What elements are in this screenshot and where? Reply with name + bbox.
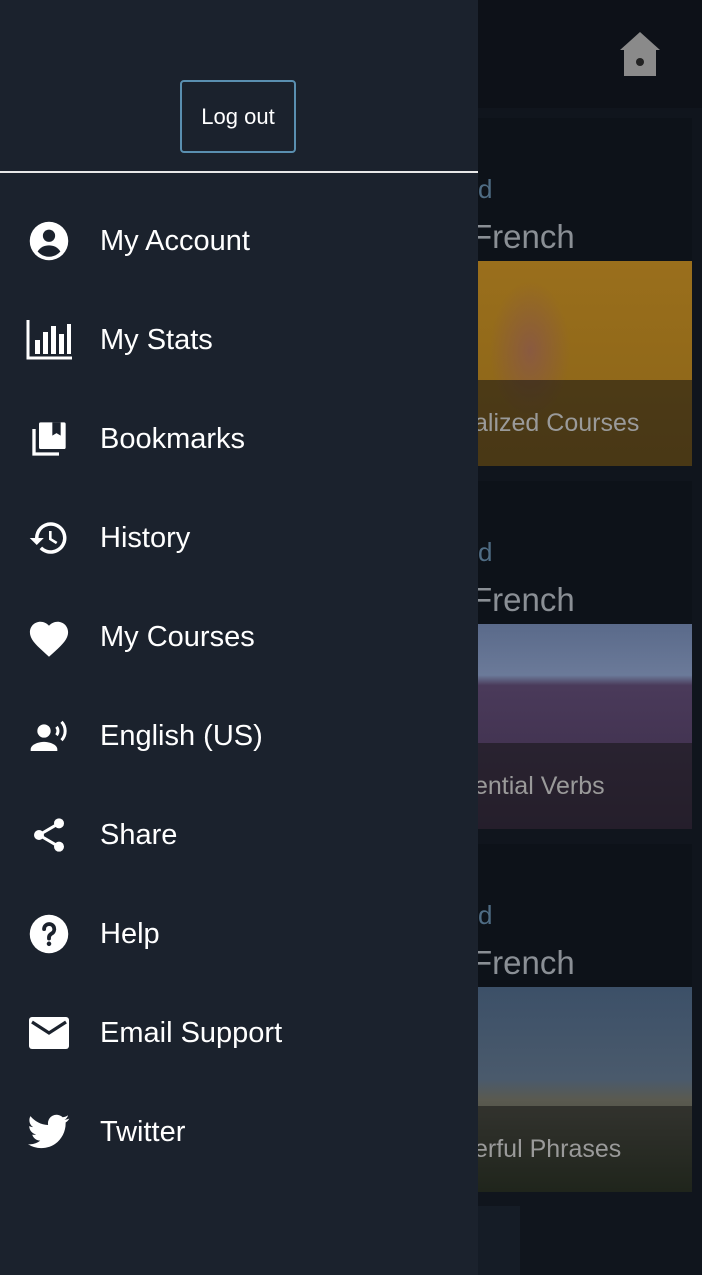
heart-icon — [24, 612, 74, 662]
menu-item-help[interactable]: Help — [0, 894, 478, 974]
bar-chart-icon — [24, 315, 74, 365]
divider — [0, 171, 478, 173]
menu-item-label: My Courses — [100, 620, 255, 653]
menu-item-label: History — [100, 521, 191, 554]
menu-item-language[interactable]: English (US) — [0, 696, 478, 776]
card-title: French — [472, 218, 575, 255]
menu-item-label: Bookmarks — [100, 422, 246, 455]
bookmarks-icon — [24, 414, 74, 464]
course-card[interactable]: d French erful Phrases — [470, 844, 692, 1192]
menu-item-label: Help — [100, 917, 160, 950]
menu-item-my-account[interactable]: My Account — [0, 201, 478, 281]
menu-item-label: Email Support — [100, 1016, 283, 1049]
account-circle-icon — [24, 216, 74, 266]
menu-item-twitter[interactable]: Twitter — [0, 1092, 478, 1172]
card-title: French — [472, 944, 575, 981]
twitter-icon — [24, 1107, 74, 1157]
menu-item-my-stats[interactable]: My Stats — [0, 300, 478, 380]
menu-item-label: My Account — [100, 224, 250, 257]
card-caption: alized Courses — [474, 409, 640, 437]
navigation-drawer: Log out My Account My Stats Bookmarks Hi… — [0, 0, 478, 1275]
card-caption: erful Phrases — [474, 1135, 622, 1163]
menu-item-label: My Stats — [100, 323, 213, 356]
menu-item-my-courses[interactable]: My Courses — [0, 597, 478, 677]
home-icon[interactable] — [618, 30, 662, 78]
card-kicker: d — [478, 537, 493, 567]
menu-item-share[interactable]: Share — [0, 795, 478, 875]
card-caption: ential Verbs — [474, 772, 605, 800]
menu-item-email-support[interactable]: Email Support — [0, 993, 478, 1073]
menu-item-history[interactable]: History — [0, 498, 478, 578]
history-icon — [24, 513, 74, 563]
card-kicker: d — [478, 174, 493, 204]
course-card[interactable]: d French ential Verbs — [470, 481, 692, 829]
card-kicker: d — [478, 900, 493, 930]
course-card[interactable]: d French alized Courses — [470, 118, 692, 466]
menu-item-bookmarks[interactable]: Bookmarks — [0, 399, 478, 479]
menu-item-label: English (US) — [100, 719, 263, 752]
voice-person-icon — [24, 711, 74, 761]
menu-item-label: Twitter — [100, 1115, 186, 1148]
logout-button[interactable]: Log out — [180, 80, 296, 153]
email-icon — [24, 1008, 74, 1058]
menu-item-label: Share — [100, 818, 178, 851]
help-icon — [24, 909, 74, 959]
card-title: French — [472, 581, 575, 618]
share-icon — [24, 810, 74, 860]
